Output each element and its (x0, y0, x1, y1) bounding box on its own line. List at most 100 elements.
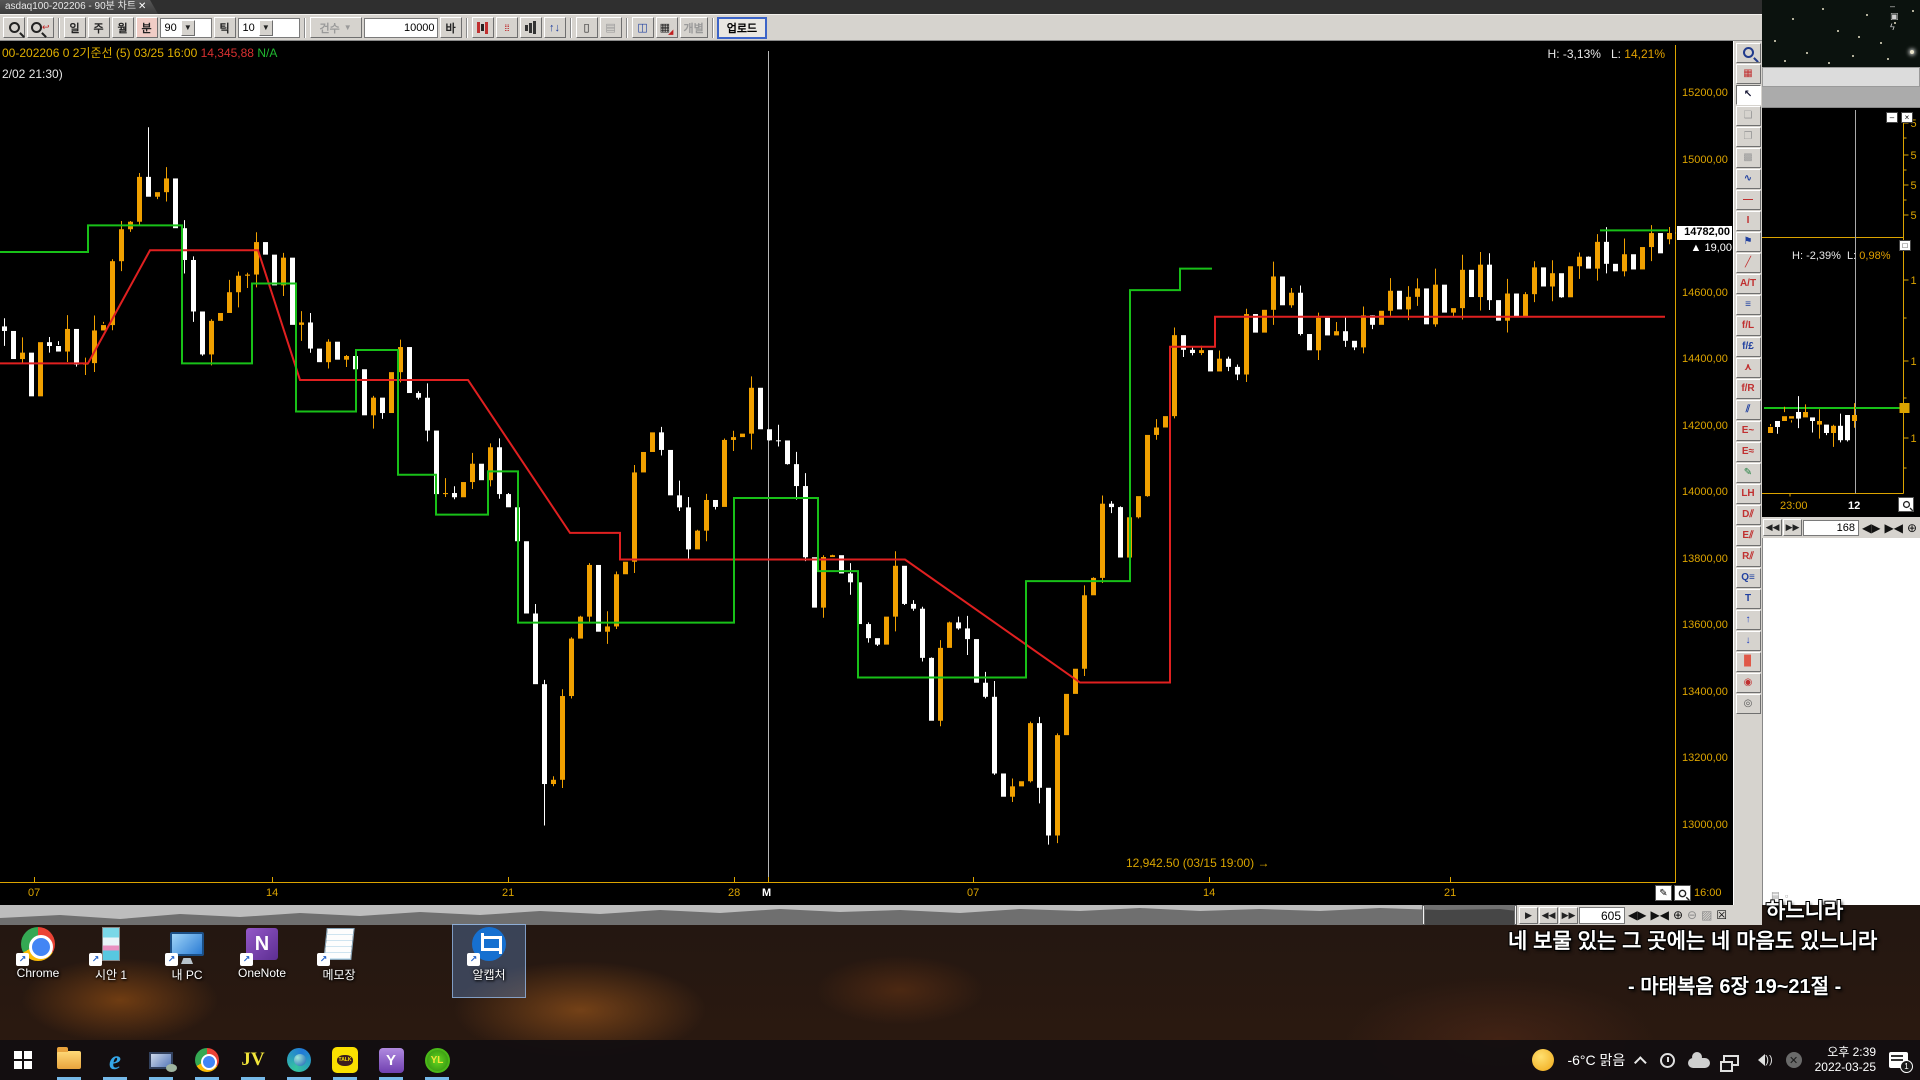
taskbar-item-remote-pc[interactable] (138, 1040, 184, 1080)
bar-button[interactable]: 바 (440, 17, 462, 38)
taskbar-item-explorer[interactable] (46, 1040, 92, 1080)
x-circle-icon[interactable]: ✕ (1786, 1052, 1802, 1068)
taskbar-item-chrome[interactable] (184, 1040, 230, 1080)
minute-select[interactable]: 90▼ (160, 18, 212, 38)
restore-icon[interactable]: □ (1899, 240, 1911, 251)
cursor-tool[interactable]: ↖ (1736, 85, 1761, 105)
nav-glyph-button-3[interactable]: ⊖ (1685, 908, 1699, 922)
nav-glyph-button-2[interactable]: ⊕ (1671, 908, 1685, 922)
desktop-icon-notepad[interactable]: ↗메모장 (303, 925, 375, 997)
close-icon[interactable]: × (1901, 112, 1913, 123)
stop-tool[interactable]: ▉ (1736, 652, 1761, 672)
pattern-d-tool[interactable]: D⫽ (1736, 505, 1761, 525)
nav-glyph-button-5[interactable]: ☒ (1714, 908, 1729, 922)
quote-tool[interactable]: Q≡ (1736, 568, 1761, 588)
fibonacci-r-tool[interactable]: f/R (1736, 379, 1761, 399)
horizontal-lines-tool[interactable]: ≡ (1736, 295, 1761, 315)
fibonacci-l-tool[interactable]: f/L (1736, 316, 1761, 336)
right-panel-subbar[interactable] (1762, 87, 1920, 108)
taskbar-clock[interactable]: 오후 2:39 2022-03-25 (1815, 1045, 1876, 1075)
horizontal-scrollbar[interactable] (0, 905, 1517, 925)
scrollbar-thumb-end[interactable] (1514, 905, 1517, 925)
alarm-icon[interactable] (1660, 1053, 1675, 1068)
updown-button[interactable]: ↑↓ (544, 17, 566, 38)
desktop-icon-onenote[interactable]: N↗OneNote (226, 925, 298, 997)
window-titlebar[interactable]: asdaq100-202206 - 90분 차트 ✕ – ▣ ϟ (0, 0, 1762, 14)
flag-tool[interactable]: ⚑ (1736, 232, 1761, 252)
line-chart-tool[interactable]: ∿ (1736, 169, 1761, 189)
horizontal-segment-tool[interactable]: — (1736, 190, 1761, 210)
arrow-up-tool[interactable]: ↑ (1736, 610, 1761, 630)
text-tool[interactable]: T (1736, 589, 1761, 609)
bar-count-input[interactable]: 10000 (364, 18, 438, 38)
candle-style-button[interactable] (472, 17, 494, 38)
vertical-segment-tool[interactable]: I (1736, 211, 1761, 231)
arrow-down-tool[interactable]: ↓ (1736, 631, 1761, 651)
mini-bars-input[interactable]: 168 (1803, 520, 1859, 536)
new-document-button[interactable]: ▯ (576, 17, 598, 38)
desktop-icon-chrome[interactable]: ↗Chrome (2, 925, 74, 997)
zoom-button[interactable] (1674, 885, 1691, 901)
scrollbar-thumb[interactable] (1422, 905, 1425, 925)
parallel-channel-tool[interactable]: ⫽ (1736, 400, 1761, 420)
chevron-down-icon[interactable]: ▼ (181, 20, 195, 36)
pitchfork-tool[interactable]: LH (1736, 484, 1761, 504)
chevron-up-icon[interactable] (1634, 1056, 1647, 1069)
mini-glyph-button-1[interactable]: ▶◀ (1882, 521, 1904, 535)
taskbar-item-kakaotalk[interactable]: TALK (322, 1040, 368, 1080)
mini-glyph-button-0[interactable]: ◀▶ (1860, 521, 1882, 535)
taskbar-item-jv[interactable]: JV (230, 1040, 276, 1080)
mini-nav-first-button[interactable]: ◀◀ (1763, 519, 1782, 536)
minimize-icon[interactable]: – (1886, 112, 1898, 123)
period-button-분[interactable]: 분 (136, 17, 158, 38)
network-icon[interactable] (1723, 1055, 1739, 1066)
zoom-lens-tool[interactable] (1736, 43, 1761, 63)
taskbar-item-edge[interactable] (276, 1040, 322, 1080)
period-button-주[interactable]: 주 (88, 17, 110, 38)
desktop-icon-alcapture[interactable]: ↗알캡처 (453, 925, 525, 997)
speaker-icon[interactable]: )) (1752, 1054, 1772, 1066)
onedrive-cloud-icon[interactable] (1688, 1058, 1710, 1068)
mini-chart-window[interactable]: 555511123:0012 – × □ H: -2,39% L: 0,98% (1762, 108, 1920, 517)
nav-glyph-button-4[interactable]: ▨ (1699, 908, 1714, 922)
pattern-r-tool[interactable]: R⫽ (1736, 547, 1761, 567)
fan-tool[interactable]: ⋏ (1736, 358, 1761, 378)
elliott-wave2-tool[interactable]: E≈ (1736, 442, 1761, 462)
period-button-월[interactable]: 월 (112, 17, 134, 38)
tick-button[interactable]: 틱 (214, 17, 236, 38)
window-corner-controls[interactable]: – ▣ ϟ (1890, 1, 1901, 32)
bar-style-button[interactable] (520, 17, 542, 38)
window-title-tab[interactable]: asdaq100-202206 - 90분 차트 (0, 0, 158, 14)
mini-zoom-button[interactable] (1898, 497, 1914, 512)
tick-select[interactable]: 10▼ (238, 18, 300, 38)
taskbar-item-y-messenger[interactable]: Y (368, 1040, 414, 1080)
text-annotation-tool[interactable]: A/T (1736, 274, 1761, 294)
nav-step-button[interactable]: ▶ (1519, 907, 1538, 924)
right-panel-titlebar[interactable] (1762, 67, 1920, 87)
elliott-wave-tool[interactable]: E~ (1736, 421, 1761, 441)
pencil-button[interactable]: ✎ (1655, 885, 1672, 901)
chevron-down-icon[interactable]: ▼ (259, 20, 273, 36)
close-icon[interactable]: ✕ (138, 1, 146, 12)
nav-last-button[interactable]: ▶▶ (1559, 907, 1578, 924)
nav-first-button[interactable]: ◀◀ (1539, 907, 1558, 924)
grid-box-tool[interactable]: ▦ (1736, 64, 1761, 84)
fibonacci-e-tool[interactable]: f/£ (1736, 337, 1761, 357)
taskbar-item-yl-app[interactable]: YL (414, 1040, 460, 1080)
dot-style-button[interactable]: ⁞⁞⁞ (496, 17, 518, 38)
zoom-in-button[interactable] (3, 17, 25, 38)
start-button[interactable] (0, 1040, 46, 1080)
desktop-icon-pc[interactable]: ↗내 PC (151, 925, 223, 997)
weather-sun-icon[interactable] (1532, 1049, 1554, 1071)
right-list-panel[interactable]: ▤ ▫ (1762, 538, 1920, 905)
visible-bars-input[interactable]: 605 (1579, 907, 1625, 924)
nav-glyph-button-0[interactable]: ◀▶ (1626, 908, 1648, 922)
mini-glyph-button-2[interactable]: ⊕ (1905, 521, 1919, 535)
period-button-일[interactable]: 일 (64, 17, 86, 38)
upload-button[interactable]: 업로드 (717, 17, 767, 39)
chart-settings-button[interactable]: ◫ (632, 17, 654, 38)
taskbar-item-internet-explorer[interactable]: e (92, 1040, 138, 1080)
pencil-tool[interactable]: ✎ (1736, 463, 1761, 483)
mini-nav-last-button[interactable]: ▶▶ (1783, 519, 1802, 536)
desktop-icon-photo[interactable]: ↗시안 1 (75, 925, 147, 997)
